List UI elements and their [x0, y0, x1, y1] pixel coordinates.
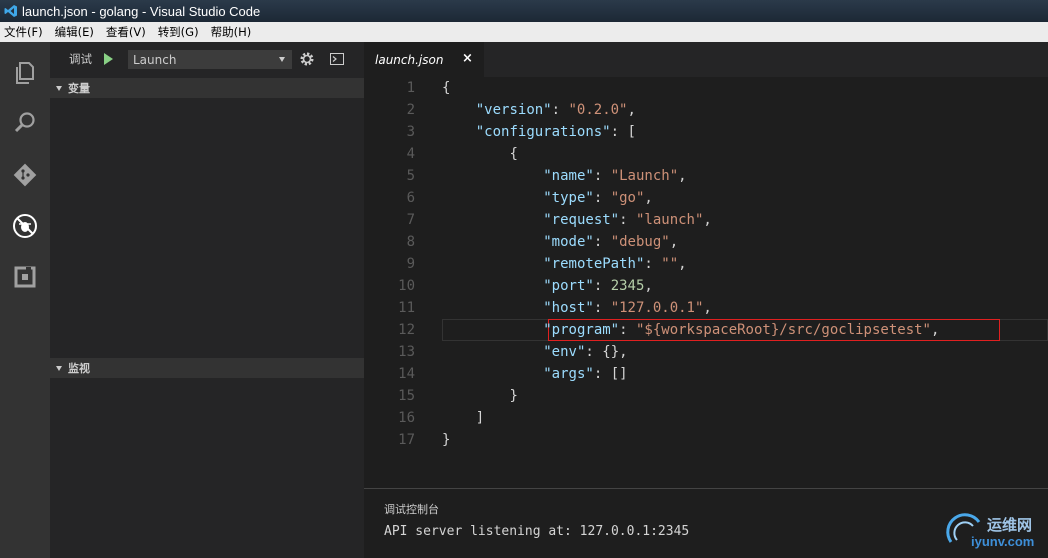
code-line[interactable]: 11 "host": "127.0.0.1", [364, 297, 1048, 319]
debug-config-select[interactable]: Launch [128, 50, 292, 69]
debug-label: 调试 [69, 52, 92, 66]
search-icon[interactable] [12, 110, 38, 136]
editor-tab-bar: launch.json × [364, 42, 1048, 77]
panel-title: 调试控制台 [384, 503, 439, 516]
debug-config-value: Launch [133, 52, 177, 67]
tab-label: launch.json [375, 52, 444, 67]
vscode-logo-icon [4, 5, 17, 17]
code-text: { [442, 80, 451, 96]
line-number: 13 [398, 344, 415, 360]
code-line[interactable]: 7 "request": "launch", [364, 209, 1048, 231]
code-editor[interactable]: 1{2 "version": "0.2.0", 3 "configurations… [364, 77, 1048, 488]
code-text: "remotePath": "", [543, 256, 687, 272]
code-line[interactable]: 15 } [364, 385, 1048, 407]
line-number: 12 [398, 322, 415, 338]
watermark-text: 运维网 [987, 516, 1033, 534]
code-line[interactable]: 12 "program": "${workspaceRoot}/src/gocl… [364, 319, 1048, 341]
line-number: 3 [406, 124, 415, 140]
line-number: 4 [406, 146, 415, 162]
watermark-domain: iyunv.com [971, 534, 1035, 549]
code-line[interactable]: 2 "version": "0.2.0", [364, 99, 1048, 121]
line-number: 6 [406, 190, 415, 206]
menu-edit[interactable]: 编辑(E) [55, 24, 94, 40]
variables-title: 变量 [68, 82, 90, 95]
code-text: } [509, 388, 518, 404]
code-line[interactable]: 9 "remotePath": "", [364, 253, 1048, 275]
line-number: 14 [398, 366, 415, 382]
debug-icon[interactable] [12, 213, 38, 239]
tab-launch-json[interactable]: launch.json × [364, 42, 484, 77]
code-text: "host": "127.0.0.1", [543, 300, 712, 316]
code-line[interactable]: 4 { [364, 143, 1048, 165]
code-text: "name": "Launch", [543, 168, 687, 184]
line-number: 1 [406, 80, 415, 96]
git-icon[interactable] [12, 162, 38, 188]
chevron-down-icon [279, 57, 285, 62]
console-icon[interactable] [330, 53, 344, 65]
code-line[interactable]: 17} [364, 429, 1048, 451]
code-text: { [509, 146, 518, 162]
menu-view[interactable]: 查看(V) [106, 24, 146, 40]
menu-file[interactable]: 文件(F) [4, 24, 43, 40]
code-text: "program": "${workspaceRoot}/src/goclips… [543, 322, 940, 338]
window-title: launch.json - golang - Visual Studio Cod… [22, 3, 261, 19]
code-line[interactable]: 6 "type": "go", [364, 187, 1048, 209]
variables-section-header[interactable]: 变量 [50, 78, 364, 98]
debug-sidebar: 调试 Launch 变量 监视 [50, 42, 364, 558]
code-text: "port": 2345, [543, 278, 653, 294]
code-line[interactable]: 13 "env": {}, [364, 341, 1048, 363]
line-number: 2 [406, 102, 415, 118]
code-text: "version": "0.2.0", [475, 102, 636, 118]
code-text: "configurations": [ [475, 124, 636, 140]
line-number: 10 [398, 278, 415, 294]
title-bar: launch.json - golang - Visual Studio Cod… [0, 0, 1048, 22]
code-text: } [442, 432, 451, 448]
line-number: 8 [406, 234, 415, 250]
code-line[interactable]: 14 "args": [] [364, 363, 1048, 385]
code-line[interactable]: 16 ] [364, 407, 1048, 429]
code-text: "request": "launch", [543, 212, 712, 228]
menu-goto[interactable]: 转到(G) [158, 24, 199, 40]
line-number: 9 [406, 256, 415, 272]
menu-help[interactable]: 帮助(H) [211, 24, 252, 40]
start-debug-button[interactable] [104, 53, 113, 65]
explorer-icon[interactable] [12, 60, 38, 86]
chevron-down-icon [56, 365, 62, 371]
code-text: "mode": "debug", [543, 234, 679, 250]
extensions-icon[interactable] [12, 264, 38, 290]
code-line[interactable]: 5 "name": "Launch", [364, 165, 1048, 187]
chevron-down-icon [56, 85, 62, 91]
code-text: "type": "go", [543, 190, 653, 206]
code-text: "args": [] [543, 366, 628, 382]
code-line[interactable]: 3 "configurations": [ [364, 121, 1048, 143]
activity-bar [0, 42, 50, 558]
line-number: 15 [398, 388, 415, 404]
line-number: 17 [398, 432, 415, 448]
code-line[interactable]: 1{ [364, 77, 1048, 99]
watch-title: 监视 [68, 362, 90, 375]
debug-toolbar: 调试 Launch [50, 42, 364, 76]
code-text: "env": {}, [543, 344, 628, 360]
code-line[interactable]: 10 "port": 2345, [364, 275, 1048, 297]
console-output: API server listening at: 127.0.0.1:2345 [384, 524, 690, 539]
gear-icon[interactable] [299, 51, 315, 67]
watermark-logo: 运维网 iyunv.com [945, 510, 1045, 558]
line-number: 16 [398, 410, 415, 426]
close-icon[interactable]: × [462, 51, 473, 66]
line-number: 11 [398, 300, 415, 316]
code-text: ] [475, 410, 485, 426]
line-number: 7 [406, 212, 415, 228]
code-line[interactable]: 8 "mode": "debug", [364, 231, 1048, 253]
line-number: 5 [406, 168, 415, 184]
menu-bar: 文件(F) 编辑(E) 查看(V) 转到(G) 帮助(H) [0, 22, 1048, 42]
watch-section-header[interactable]: 监视 [50, 358, 364, 378]
